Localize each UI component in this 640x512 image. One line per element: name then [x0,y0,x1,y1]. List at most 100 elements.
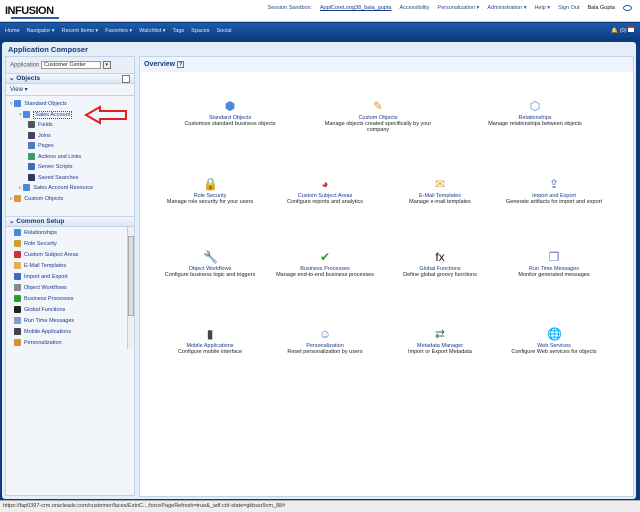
relationship-icon[interactable]: ⬡ [528,99,542,113]
overview-tile: ⬢ Standard Objects Customize standard busi… [165,99,295,127]
object-icon [14,100,22,108]
envelope-icon[interactable]: ✉ [433,177,447,191]
setup-item-label[interactable]: Custom Subject Areas [24,252,78,258]
common-setup-item[interactable]: Personalization [14,338,134,349]
tree-node-label[interactable]: Pages [38,143,54,149]
tile-description: Reset personalization by users [287,349,363,355]
common-setup-item[interactable]: Role Security [14,239,134,250]
common-setup-item[interactable]: Relationships [14,228,134,239]
new-object-icon[interactable] [122,75,130,83]
setup-item-label[interactable]: Mobile Applications [24,329,71,335]
notifications[interactable]: 🔔 (0) [611,26,634,34]
nav-tags[interactable]: Tags [173,28,185,34]
wrench-icon[interactable]: 🔧 [203,250,218,264]
upload-icon[interactable]: ⇪ [547,177,561,191]
tree-node[interactable]: ▹ Custom Objects [6,194,134,205]
application-composer: Application Composer Application Custome… [2,42,636,499]
tree-node-label[interactable]: Server Scripts [38,164,73,170]
setup-item-label[interactable]: Personalization [24,340,62,346]
expand-toggle-icon[interactable]: ▿ [19,112,22,118]
nav-spaces[interactable]: Spaces [191,28,209,34]
tree-node-label[interactable]: Joins [38,133,51,139]
lock-icon[interactable]: 🔒 [203,177,218,191]
tree-node-label[interactable]: Fields [38,122,53,128]
tree-node[interactable]: Saved Searches [6,173,134,184]
common-setup-item[interactable]: Global Functions [14,305,134,316]
global-links: Session Sandbox: ApplCoreLong38_bala_gup… [268,5,632,11]
tree-node-label[interactable]: Sales Account [33,110,73,119]
common-setup-item[interactable]: Business Processes [14,294,134,305]
objects-section-header[interactable]: ⌄ Objects [6,73,134,84]
checkmark-icon[interactable]: ✔ [318,250,332,264]
expand-toggle-icon[interactable]: ▿ [10,101,13,107]
tile-description: Manage end-to-end business processes [276,272,374,278]
left-panel: Application Customer Center ▾ ⌄ Objects … [5,56,135,496]
help-icon[interactable]: ? [177,61,185,68]
setup-item-label[interactable]: E-Mail Templates [24,263,66,269]
cube-pencil-icon[interactable]: ✎ [371,99,385,113]
metadata-icon[interactable]: ⇄ [433,327,447,341]
tree-node[interactable]: ▹ Sales Account Resource [6,183,134,194]
documents-icon[interactable]: ❐ [547,250,561,264]
expand-toggle-icon[interactable]: ▹ [19,185,22,191]
setup-item-label[interactable]: Run Time Messages [24,318,74,324]
nav-social[interactable]: Social [217,28,232,34]
setup-item-icon [14,306,21,314]
setup-item-label[interactable]: Global Functions [24,307,65,313]
common-setup-header[interactable]: ⌄ Common Setup [6,216,134,227]
tree-node-label[interactable]: Standard Objects [24,101,67,107]
chart-icon[interactable]: ◕ [318,177,332,191]
tree-node[interactable]: Actions and Links [6,152,134,163]
bell-icon[interactable]: 🔔 [611,28,618,34]
common-setup-item[interactable]: Object Workflows [14,283,134,294]
setup-item-label[interactable]: Role Security [24,241,57,247]
common-setup-item[interactable]: E-Mail Templates [14,261,134,272]
object-icon [28,142,35,150]
common-setup-item[interactable]: Import and Export [14,272,134,283]
tree-node[interactable]: Server Scripts [6,162,134,173]
scrollbar-thumb[interactable] [128,236,134,316]
tree-node-label[interactable]: Saved Searches [38,175,78,181]
tree-node[interactable]: Pages [6,141,134,152]
overview-tile: ▮ Mobile Applications Configure mobile int… [145,327,275,355]
header-link-administration[interactable]: Administration ▾ [487,5,526,11]
expand-toggle-icon[interactable]: ▹ [10,196,13,202]
nav-watchlist[interactable]: Watchlist ▾ [139,28,165,34]
common-setup-item[interactable]: Mobile Applications [14,327,134,338]
tile-description: Configure business logic and triggers [164,272,256,278]
common-setup-item[interactable]: Run Time Messages [14,316,134,327]
nav-favorites[interactable]: Favorites ▾ [105,28,132,34]
object-icon [23,184,31,192]
nav-navigator[interactable]: Navigator ▾ [27,28,55,34]
globe-icon[interactable]: 🌐 [547,327,562,341]
header-link-help[interactable]: Help ▾ [534,5,550,11]
setup-item-label[interactable]: Relationships [24,230,57,236]
nav-recent-items[interactable]: Recent Items ▾ [62,28,99,34]
cube-icon[interactable]: ⬢ [223,99,237,113]
calendar-icon[interactable] [628,26,634,32]
header-link-personalization[interactable]: Personalization ▾ [437,5,479,11]
function-icon[interactable]: fx [433,250,447,264]
dropdown-icon[interactable]: ▾ [102,61,111,69]
header-link-sign-out[interactable]: Sign Out [558,5,579,11]
sandbox-link[interactable]: ApplCoreLong38_bala_gupta [320,5,392,11]
nav-home[interactable]: Home [5,28,20,34]
common-setup-item[interactable]: Custom Subject Areas [14,250,134,261]
tree-node-label[interactable]: Actions and Links [38,154,81,160]
setup-item-icon [14,295,21,303]
mobile-icon[interactable]: ▮ [203,327,217,341]
tree-node-label[interactable]: Sales Account Resource [33,185,93,191]
setup-item-label[interactable]: Business Processes [24,296,74,302]
header-link-accessibility[interactable]: Accessibility [399,5,429,11]
user-pencil-icon[interactable]: ☺ [318,327,332,341]
setup-item-label[interactable]: Object Workflows [24,285,67,291]
objects-title: Objects [16,75,41,82]
setup-item-label[interactable]: Import and Export [24,274,68,280]
tree-node[interactable]: Joins [6,131,134,142]
navigation-bar: Home Navigator ▾ Recent Items ▾ Favorite… [0,23,640,38]
setup-item-icon [14,328,21,336]
application-select[interactable]: Customer Center [41,61,102,69]
scrollbar[interactable] [127,227,134,349]
view-menu[interactable]: View ▾ [10,87,28,93]
tree-node-label[interactable]: Custom Objects [24,196,63,202]
